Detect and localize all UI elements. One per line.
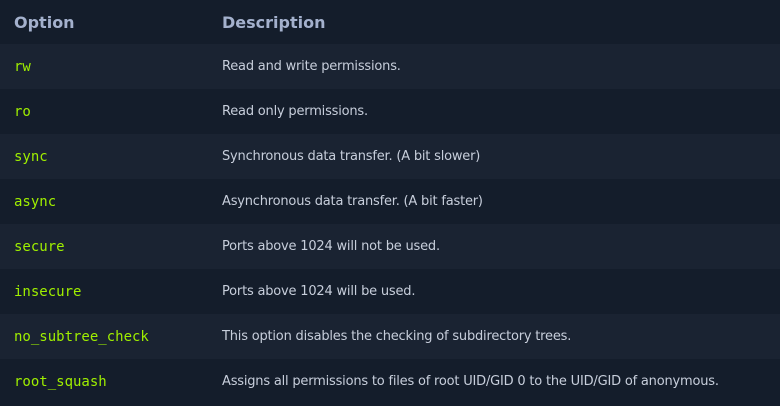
description-cell: Read and write permissions. [222,59,401,74]
table-body: rw Read and write permissions. ro Read o… [0,44,780,404]
table-row: rw Read and write permissions. [0,44,780,89]
option-cell: no_subtree_check [14,328,149,345]
table-row: secure Ports above 1024 will not be used… [0,224,780,269]
table-row: ro Read only permissions. [0,89,780,134]
header-option: Option [14,12,75,32]
description-cell: This option disables the checking of sub… [222,329,572,344]
table-header: Option Description [0,0,780,44]
table-row: insecure Ports above 1024 will be used. [0,269,780,314]
table-row: no_subtree_check This option disables th… [0,314,780,359]
description-cell: Ports above 1024 will be used. [222,284,416,299]
option-cell: root_squash [14,373,107,390]
nfs-options-table: Option Description rw Read and write per… [0,0,780,406]
header-description: Description [222,12,326,32]
option-cell: async [14,193,57,210]
description-cell: Asynchronous data transfer. (A bit faste… [222,194,483,209]
option-cell: sync [14,148,48,165]
option-cell: insecure [14,283,82,300]
table-row: async Asynchronous data transfer. (A bit… [0,179,780,224]
description-cell: Read only permissions. [222,104,368,119]
option-cell: rw [14,58,31,75]
description-cell: Ports above 1024 will not be used. [222,239,440,254]
option-cell: secure [14,238,65,255]
description-cell: Assigns all permissions to files of root… [222,374,719,389]
table-row: root_squash Assigns all permissions to f… [0,359,780,404]
description-cell: Synchronous data transfer. (A bit slower… [222,149,481,164]
table-row: sync Synchronous data transfer. (A bit s… [0,134,780,179]
option-cell: ro [14,103,31,120]
